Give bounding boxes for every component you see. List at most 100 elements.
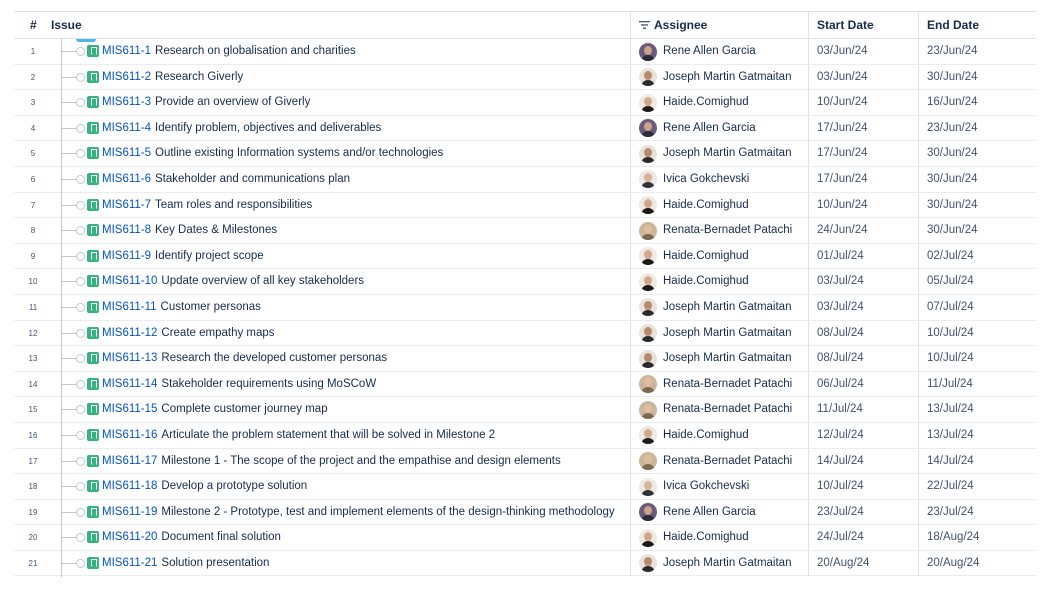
start-date-cell[interactable]: 08/Jul/24 [808, 320, 918, 346]
assignee-cell[interactable]: Haide.Comighud [630, 192, 808, 218]
start-date-cell[interactable]: 10/Jun/24 [808, 192, 918, 218]
table-row[interactable]: 8 MIS611-8 Key Dates & Milestones Renata-… [14, 218, 1036, 245]
issue-summary[interactable]: Milestone 2 - Prototype, test and implem… [161, 506, 614, 518]
issue-summary[interactable]: Key Dates & Milestones [155, 224, 277, 236]
issue-summary[interactable]: Research the developed customer personas [161, 352, 387, 364]
end-date-cell[interactable]: 23/Jun/24 [918, 39, 1036, 64]
issue-key-link[interactable]: MIS611-16 [102, 429, 157, 441]
issue-key-link[interactable]: MIS611-12 [102, 327, 157, 339]
assignee-cell[interactable]: Haide.Comighud [630, 525, 808, 551]
issue-summary[interactable]: Identify problem, objectives and deliver… [155, 122, 381, 134]
assignee-cell[interactable]: Rene Allen Garcia [630, 115, 808, 141]
issue-key-link[interactable]: MIS611-7 [102, 199, 151, 211]
table-row[interactable]: 6 MIS611-6 Stakeholder and communications… [14, 166, 1036, 193]
issue-summary[interactable]: Milestone 1 - The scope of the project a… [161, 455, 560, 467]
end-date-cell[interactable]: 30/Jun/24 [918, 192, 1036, 218]
end-date-cell[interactable]: 22/Jul/24 [918, 474, 1036, 500]
issue-summary[interactable]: Update overview of all key stakeholders [161, 275, 364, 287]
start-date-cell[interactable]: 17/Jun/24 [808, 141, 918, 167]
issue-key-link[interactable]: MIS611-6 [102, 173, 151, 185]
issue-key-link[interactable]: MIS611-1 [102, 45, 151, 57]
start-date-cell[interactable]: 10/Jul/24 [808, 474, 918, 500]
end-date-cell[interactable]: 20/Aug/24 [918, 550, 1036, 576]
issue-key-link[interactable]: MIS611-5 [102, 147, 151, 159]
issue-key-link[interactable]: MIS611-17 [102, 455, 157, 467]
issue-key-link[interactable]: MIS611-3 [102, 96, 151, 108]
end-date-cell[interactable]: 13/Jul/24 [918, 422, 1036, 448]
assignee-cell[interactable]: Joseph Martin Gatmaitan [630, 141, 808, 167]
assignee-cell[interactable]: Joseph Martin Gatmaitan [630, 294, 808, 320]
start-date-cell[interactable]: 03/Jun/24 [808, 39, 918, 64]
assignee-cell[interactable]: Joseph Martin Gatmaitan [630, 346, 808, 372]
table-row[interactable]: 21 MIS611-21 Solution presentation Joseph… [14, 550, 1036, 577]
col-header-start-date[interactable]: Start Date [808, 12, 918, 38]
col-header-end-date[interactable]: End Date [918, 12, 1036, 38]
start-date-cell[interactable]: 24/Jul/24 [808, 525, 918, 551]
start-date-cell[interactable]: 03/Jun/24 [808, 64, 918, 90]
issue-key-link[interactable]: MIS611-20 [102, 531, 157, 543]
table-row[interactable]: 5 MIS611-5 Outline existing Information s… [14, 141, 1036, 168]
start-date-cell[interactable]: 03/Jul/24 [808, 269, 918, 295]
table-row[interactable]: 17 MIS611-17 Milestone 1 - The scope of t… [14, 448, 1036, 475]
col-header-assignee[interactable]: Assignee [630, 12, 808, 38]
end-date-cell[interactable]: 23/Jul/24 [918, 499, 1036, 525]
table-row[interactable]: 1 MIS611-1 Research on globalisation and … [14, 39, 1036, 65]
end-date-cell[interactable]: 07/Jul/24 [918, 294, 1036, 320]
issue-summary[interactable]: Develop a prototype solution [161, 480, 307, 492]
table-row[interactable]: 20 MIS611-20 Document final solution Haid… [14, 525, 1036, 552]
assignee-cell[interactable]: Renata-Bernadet Patachi [630, 448, 808, 474]
col-header-issue[interactable]: Issue [51, 12, 82, 38]
issue-summary[interactable]: Identify project scope [155, 250, 264, 262]
issue-summary[interactable]: Stakeholder requirements using MoSCoW [161, 378, 376, 390]
end-date-cell[interactable]: 14/Jul/24 [918, 448, 1036, 474]
end-date-cell[interactable]: 18/Aug/24 [918, 525, 1036, 551]
start-date-cell[interactable]: 17/Jun/24 [808, 115, 918, 141]
table-row[interactable]: 9 MIS611-9 Identify project scope Haide.C… [14, 243, 1036, 270]
table-row[interactable]: 12 MIS611-12 Create empathy maps Joseph M… [14, 320, 1036, 347]
start-date-cell[interactable]: 01/Jul/24 [808, 243, 918, 269]
issue-summary[interactable]: Research Giverly [155, 71, 243, 83]
end-date-cell[interactable]: 11/Jul/24 [918, 371, 1036, 397]
table-row[interactable]: 16 MIS611-16 Articulate the problem state… [14, 422, 1036, 449]
issue-summary[interactable]: Outline existing Information systems and… [155, 147, 443, 159]
start-date-cell[interactable]: 24/Jun/24 [808, 218, 918, 244]
start-date-cell[interactable]: 06/Jul/24 [808, 371, 918, 397]
assignee-cell[interactable]: Joseph Martin Gatmaitan [630, 320, 808, 346]
end-date-cell[interactable]: 16/Jun/24 [918, 90, 1036, 116]
start-date-cell[interactable]: 23/Jul/24 [808, 499, 918, 525]
start-date-cell[interactable]: 03/Jul/24 [808, 294, 918, 320]
table-row[interactable]: 3 MIS611-3 Provide an overview of Giverly… [14, 90, 1036, 117]
issue-key-link[interactable]: MIS611-14 [102, 378, 157, 390]
start-date-cell[interactable]: 12/Jul/24 [808, 422, 918, 448]
end-date-cell[interactable]: 10/Jul/24 [918, 320, 1036, 346]
assignee-cell[interactable]: Haide.Comighud [630, 90, 808, 116]
end-date-cell[interactable]: 10/Jul/24 [918, 346, 1036, 372]
assignee-cell[interactable]: Renata-Bernadet Patachi [630, 397, 808, 423]
issue-key-link[interactable]: MIS611-8 [102, 224, 151, 236]
start-date-cell[interactable]: 14/Jul/24 [808, 448, 918, 474]
end-date-cell[interactable]: 13/Jul/24 [918, 397, 1036, 423]
end-date-cell[interactable]: 30/Jun/24 [918, 218, 1036, 244]
table-row[interactable]: 13 MIS611-13 Research the developed custo… [14, 346, 1036, 373]
issue-key-link[interactable]: MIS611-11 [102, 301, 157, 313]
assignee-cell[interactable]: Rene Allen Garcia [630, 39, 808, 64]
issue-summary[interactable]: Stakeholder and communications plan [155, 173, 350, 185]
issue-summary[interactable]: Create empathy maps [161, 327, 274, 339]
table-row[interactable]: 4 MIS611-4 Identify problem, objectives a… [14, 115, 1036, 142]
end-date-cell[interactable]: 02/Jul/24 [918, 243, 1036, 269]
assignee-cell[interactable]: Joseph Martin Gatmaitan [630, 550, 808, 576]
end-date-cell[interactable]: 30/Jun/24 [918, 166, 1036, 192]
issue-key-link[interactable]: MIS611-10 [102, 275, 157, 287]
issue-summary[interactable]: Solution presentation [161, 557, 269, 569]
table-row[interactable]: 2 MIS611-2 Research Giverly Joseph Martin… [14, 64, 1036, 91]
issue-summary[interactable]: Research on globalisation and charities [155, 45, 356, 57]
table-row[interactable]: 14 MIS611-14 Stakeholder requirements usi… [14, 371, 1036, 398]
assignee-cell[interactable]: Ivica Gokchevski [630, 474, 808, 500]
assignee-cell[interactable]: Haide.Comighud [630, 269, 808, 295]
table-row[interactable]: 19 MIS611-19 Milestone 2 - Prototype, tes… [14, 499, 1036, 526]
start-date-cell[interactable]: 17/Jun/24 [808, 166, 918, 192]
start-date-cell[interactable]: 11/Jul/24 [808, 397, 918, 423]
assignee-cell[interactable]: Renata-Bernadet Patachi [630, 218, 808, 244]
table-row[interactable]: 10 MIS611-10 Update overview of all key s… [14, 269, 1036, 296]
end-date-cell[interactable]: 30/Jun/24 [918, 64, 1036, 90]
